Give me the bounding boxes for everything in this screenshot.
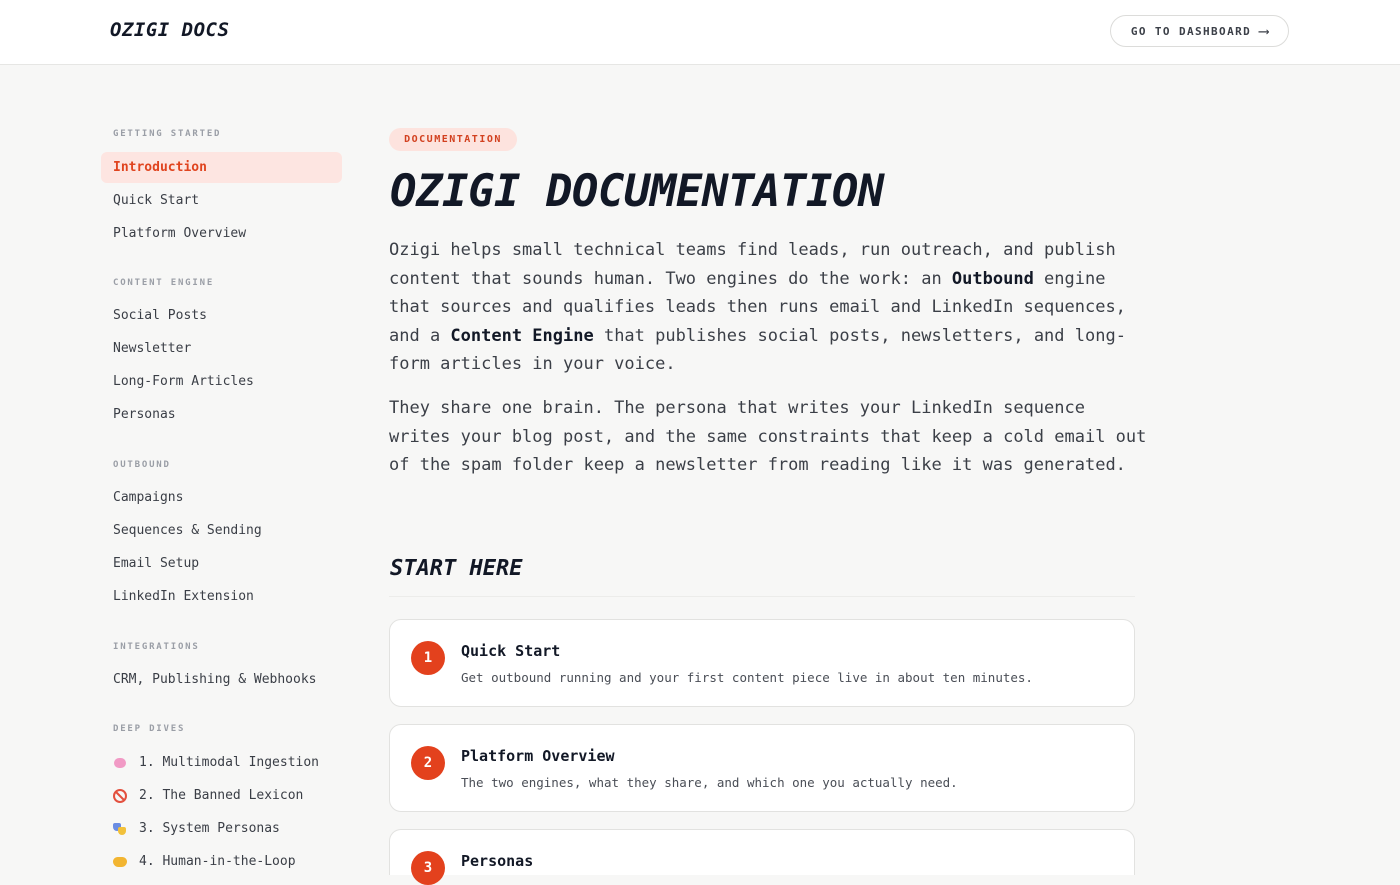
sidebar-item-sequences-sending[interactable]: Sequences & Sending <box>101 515 342 546</box>
card-quick-start[interactable]: 1 Quick Start Get outbound running and y… <box>389 619 1135 707</box>
logo[interactable]: OZIGI DOCS <box>110 19 229 41</box>
sidebar-item-label: 1. Multimodal Ingestion <box>139 755 320 770</box>
shared-brain-paragraph: They share one brain. The persona that w… <box>389 398 1147 476</box>
top-bar: OZIGI DOCS GO TO DASHBOARD ⟶ <box>0 0 1400 65</box>
divider <box>389 596 1135 597</box>
card-title: Quick Start <box>461 642 561 660</box>
sidebar-item-platform-overview[interactable]: Platform Overview <box>101 218 342 249</box>
go-to-dashboard-button[interactable]: GO TO DASHBOARD ⟶ <box>1110 15 1289 47</box>
performing-arts-icon <box>113 822 127 836</box>
no-entry-icon <box>113 788 127 803</box>
section-title-content-engine: CONTENT ENGINE <box>113 278 215 288</box>
card-platform-overview[interactable]: 2 Platform Overview The two engines, wha… <box>389 724 1135 812</box>
sidebar-item-banned-lexicon[interactable]: 2. The Banned Lexicon <box>101 780 342 811</box>
sidebar-item-introduction[interactable]: Introduction <box>101 152 342 183</box>
sidebar-item-system-personas[interactable]: 3. System Personas <box>101 813 342 844</box>
page-title: OZIGI DOCUMENTATION <box>390 166 884 217</box>
section-title-outbound: OUTBOUND <box>113 460 171 470</box>
card-description: Get outbound running and your first cont… <box>461 670 1033 685</box>
step-number-badge: 3 <box>411 851 445 885</box>
documentation-badge: DOCUMENTATION <box>389 128 517 151</box>
card-title: Platform Overview <box>461 747 615 765</box>
step-number-badge: 2 <box>411 746 445 780</box>
section-title-integrations: INTEGRATIONS <box>113 642 200 652</box>
sidebar-item-quick-start[interactable]: Quick Start <box>101 185 342 216</box>
brain-icon <box>113 756 127 770</box>
sidebar-item-long-form-articles[interactable]: Long-Form Articles <box>101 366 342 397</box>
sidebar-item-newsletter[interactable]: Newsletter <box>101 333 342 364</box>
section-title-deep-dives: DEEP DIVES <box>113 724 186 734</box>
intro-paragraph: Ozigi helps small technical teams find l… <box>389 240 1126 375</box>
card-description: The two engines, what they share, and wh… <box>461 775 958 790</box>
section-title-getting-started: GETTING STARTED <box>113 129 222 139</box>
sidebar-item-campaigns[interactable]: Campaigns <box>101 482 342 513</box>
card-personas[interactable]: 3 Personas <box>389 829 1135 885</box>
sidebar-item-linkedin-extension[interactable]: LinkedIn Extension <box>101 581 342 612</box>
sidebar-item-multimodal-ingestion[interactable]: 1. Multimodal Ingestion <box>101 747 342 778</box>
start-here-title: START HERE <box>390 556 523 581</box>
arrow-right-icon: ⟶ <box>1259 22 1269 40</box>
sidebar-item-crm-publishing-webhooks[interactable]: CRM, Publishing & Webhooks <box>101 664 342 695</box>
sidebar-item-label: 4. Human-in-the-Loop <box>139 854 296 869</box>
sidebar-item-label: 2. The Banned Lexicon <box>139 788 304 803</box>
sidebar-item-email-setup[interactable]: Email Setup <box>101 548 342 579</box>
sidebar-item-social-posts[interactable]: Social Posts <box>101 300 342 331</box>
handshake-icon <box>113 855 127 869</box>
step-number-badge: 1 <box>411 641 445 675</box>
sidebar-item-human-in-the-loop[interactable]: 4. Human-in-the-Loop <box>101 846 342 877</box>
dashboard-button-label: GO TO DASHBOARD <box>1130 24 1252 38</box>
sidebar-item-personas[interactable]: Personas <box>101 399 342 430</box>
sidebar-item-label: 3. System Personas <box>139 821 280 836</box>
card-title: Personas <box>461 852 534 870</box>
